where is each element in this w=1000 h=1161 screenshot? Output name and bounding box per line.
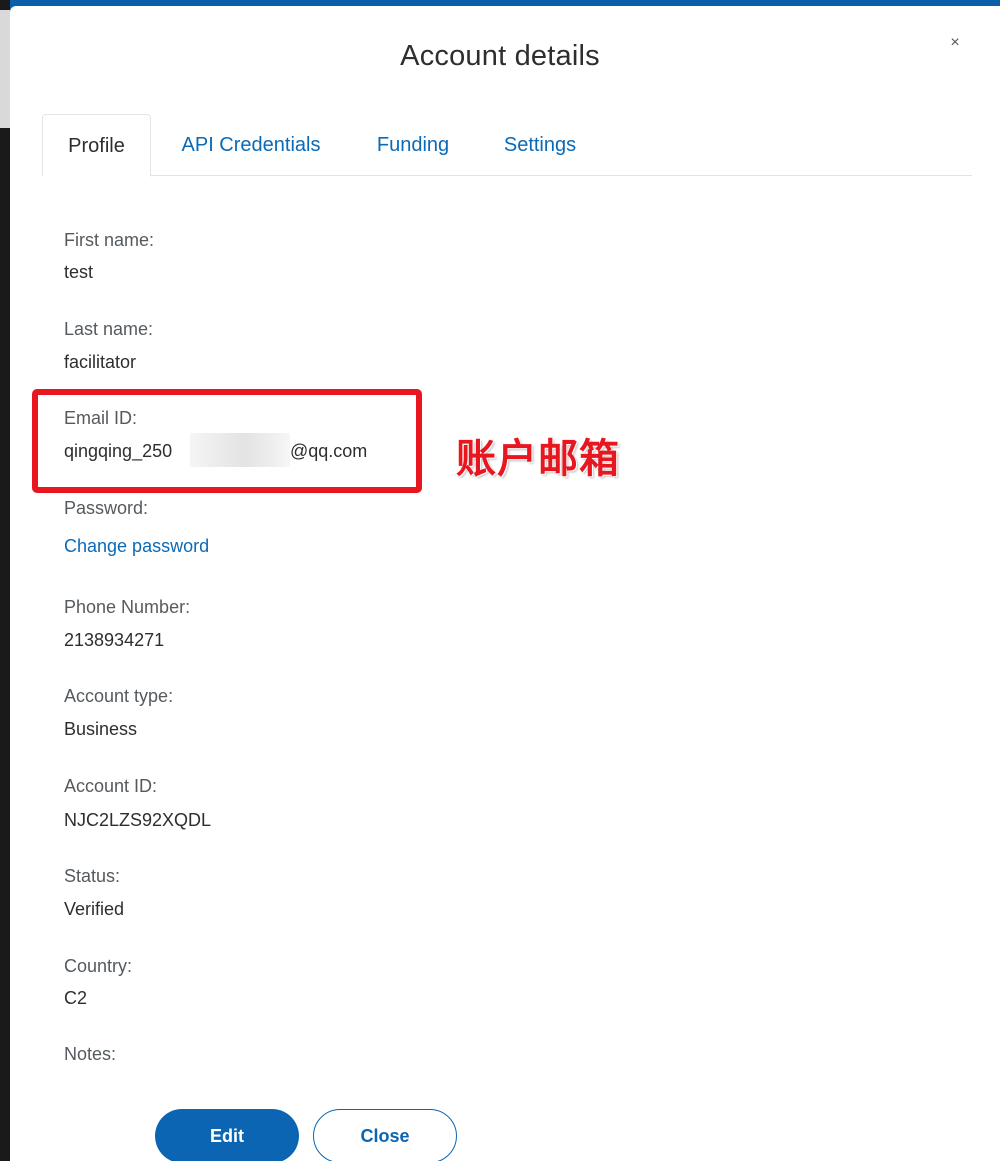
account-type-value: Business — [64, 719, 138, 739]
account-id-value: NJC2LZS92XQDL — [64, 810, 212, 830]
account-details-dialog — [10, 6, 1000, 1161]
last-name-value: facilitator — [64, 352, 137, 372]
edit-button[interactable]: Edit — [155, 1109, 299, 1161]
country-label: Country: — [64, 956, 133, 976]
country-value: C2 — [64, 988, 88, 1008]
change-password-link[interactable]: Change password — [64, 536, 209, 557]
email-highlight-box — [32, 389, 422, 493]
status-value: Verified — [64, 899, 125, 919]
first-name-label: First name: — [64, 230, 155, 250]
phone-value: 2138934271 — [64, 630, 165, 650]
dialog-title: Account details — [400, 40, 600, 72]
first-name-value: test — [64, 262, 94, 282]
tab-profile[interactable]: Profile — [42, 114, 151, 177]
phone-label: Phone Number: — [64, 597, 191, 617]
background-window-edge — [0, 0, 10, 1161]
tab-settings[interactable]: Settings — [488, 114, 592, 176]
email-annotation-label: 账户邮箱 — [456, 436, 620, 482]
password-label: Password: — [64, 498, 149, 518]
account-type-label: Account type: — [64, 686, 174, 706]
close-button[interactable]: Close — [313, 1109, 457, 1161]
notes-label: Notes: — [64, 1044, 117, 1064]
status-label: Status: — [64, 866, 121, 886]
tab-api-credentials[interactable]: API Credentials — [162, 114, 340, 176]
last-name-label: Last name: — [64, 319, 154, 339]
tab-bar: Profile API Credentials Funding Settings — [42, 114, 972, 177]
account-id-label: Account ID: — [64, 776, 158, 796]
tab-funding[interactable]: Funding — [360, 114, 466, 176]
